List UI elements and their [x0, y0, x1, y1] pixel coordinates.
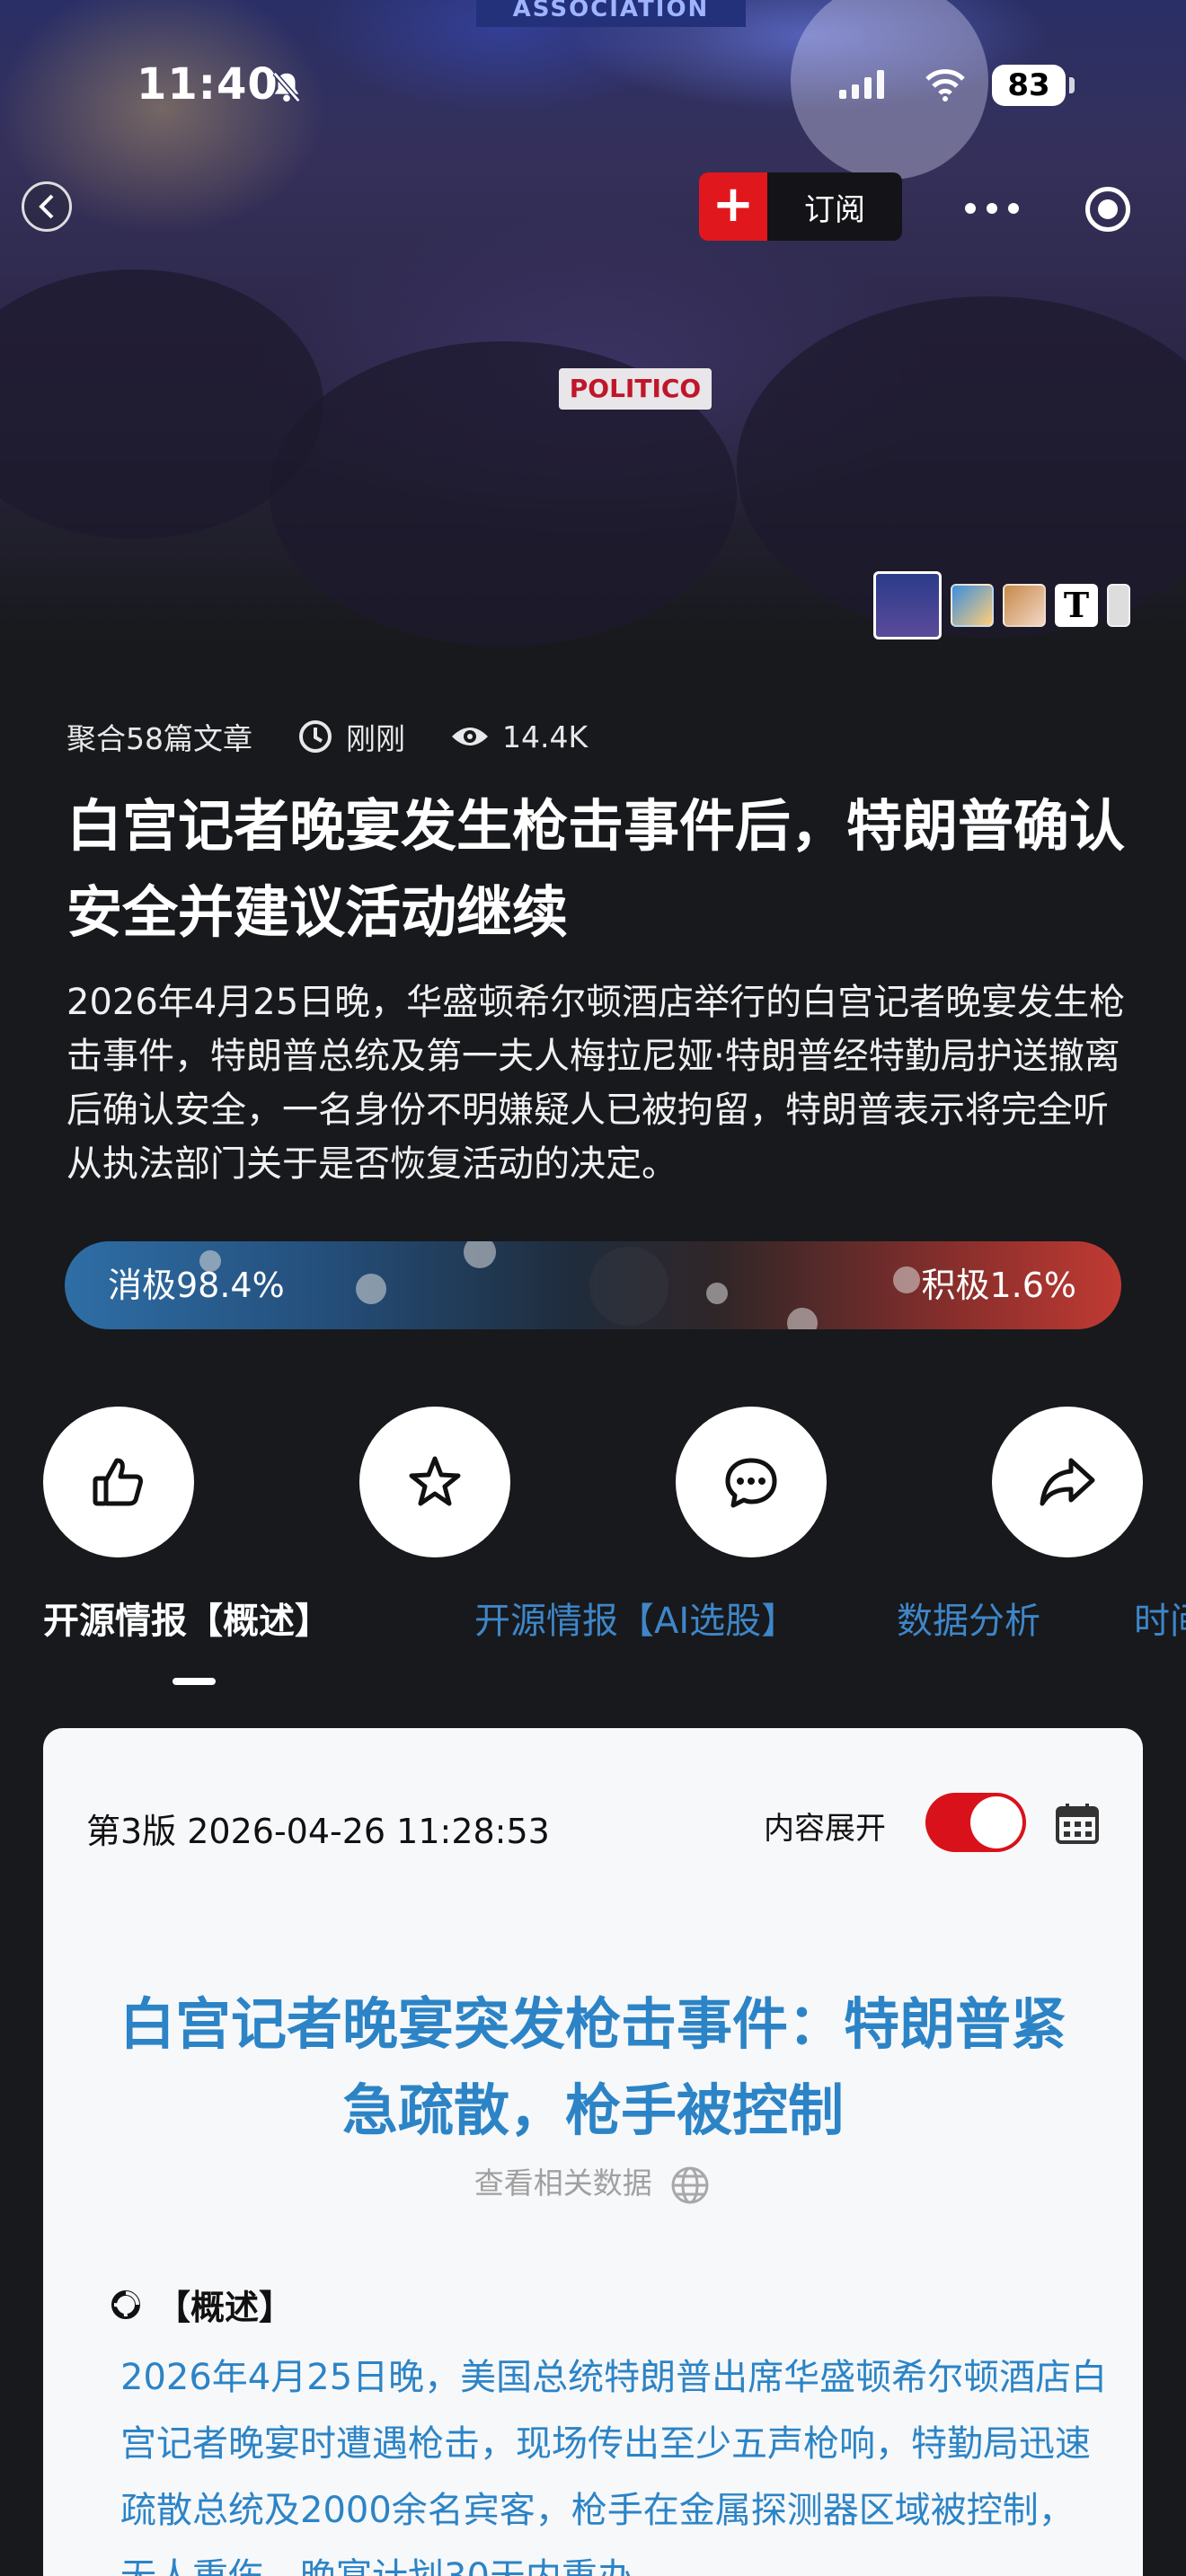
subscribe-button[interactable]: + 订阅: [699, 172, 902, 241]
loop-icon: [111, 2289, 140, 2319]
aggregate-count: 聚合58篇文章: [66, 715, 252, 758]
clock-icon: [299, 720, 332, 753]
chevron-left-icon: [39, 194, 54, 219]
signal-icon: [839, 70, 884, 99]
share-button[interactable]: [992, 1407, 1143, 1557]
thumbnail-item[interactable]: [1107, 584, 1130, 627]
wifi-icon: [925, 69, 965, 101]
subscribe-label: 订阅: [804, 191, 865, 228]
bubble: [464, 1241, 496, 1268]
record-icon[interactable]: [1085, 187, 1130, 232]
thumbs-up-icon: [93, 1458, 143, 1506]
eye-icon: [452, 728, 488, 745]
overview-section-header: 【概述】: [108, 2280, 293, 2329]
politico-sign: POLITICO: [559, 368, 712, 410]
favorite-button[interactable]: [359, 1407, 510, 1557]
aggregate-label: 聚合58篇文章: [66, 721, 252, 756]
thumbnail-item[interactable]: [951, 584, 994, 627]
star-icon: [409, 1456, 461, 1506]
tab-data-analysis[interactable]: 数据分析: [897, 1590, 1040, 1653]
time-label: 刚刚: [346, 721, 405, 756]
image-thumbnails: T: [873, 571, 1130, 640]
bubble: [893, 1266, 920, 1293]
status-time: 11:40: [137, 59, 279, 110]
tab-overview[interactable]: 开源情报【概述】: [43, 1590, 331, 1653]
more-options-button[interactable]: [961, 190, 1024, 226]
thumbnail-item[interactable]: [873, 571, 942, 640]
section-label: 【概述】: [156, 2288, 294, 2327]
bubble: [356, 1274, 386, 1304]
calendar-icon[interactable]: [1055, 1802, 1100, 1845]
expand-label: 内容展开: [764, 1811, 886, 1847]
comment-icon: [725, 1458, 777, 1508]
related-data-link[interactable]: 查看相关数据: [43, 2159, 1143, 2207]
expand-toggle[interactable]: [925, 1793, 1026, 1852]
article-meta: 聚合58篇文章 刚刚 14.4K: [66, 715, 633, 758]
comment-button[interactable]: [676, 1407, 827, 1557]
plus-icon: +: [699, 172, 767, 241]
related-data-label: 查看相关数据: [474, 2166, 652, 2201]
dot-icon: [987, 203, 997, 214]
globe-icon: [671, 2166, 709, 2203]
positive-sentiment-label: 积极1.6%: [921, 1266, 1076, 1305]
negative-sentiment-label: 消极98.4%: [108, 1266, 285, 1305]
card-title: 白宫记者晚宴突发枪击事件：特朗普紧急疏散，枪手被控制: [119, 1991, 1067, 2143]
article-summary: 2026年4月25日晚，华盛顿希尔顿酒店举行的白宫记者晚宴发生枪击事件，特朗普总…: [66, 982, 1126, 1185]
tab-ai-stock[interactable]: 开源情报【AI选股】: [474, 1590, 797, 1653]
time-meta: 刚刚: [297, 715, 405, 758]
article-headline: 白宫记者晚宴发生枪击事件后，特朗普确认安全并建议活动继续: [66, 793, 1126, 945]
views-meta: 14.4K: [450, 719, 588, 754]
bubble: [787, 1308, 818, 1329]
dot-icon: [965, 203, 976, 214]
bell-muted-icon: [272, 71, 301, 103]
back-button[interactable]: [22, 181, 72, 232]
hero-banner: ASSOCIATION: [476, 0, 746, 27]
tab-timeline[interactable]: 时间: [1134, 1590, 1186, 1653]
thumbnail-item[interactable]: [1003, 584, 1046, 627]
sentiment-bar: 消极98.4% 积极1.6%: [65, 1241, 1121, 1329]
report-card: 第3版 2026-04-26 11:28:53 内容展开 白宫记者晚宴突发枪击事…: [43, 1728, 1143, 2576]
views-label: 14.4K: [502, 719, 589, 754]
share-icon: [1040, 1458, 1095, 1506]
battery-nub: [1069, 77, 1075, 93]
bubble: [589, 1247, 668, 1326]
bubble: [706, 1283, 728, 1304]
thumbnail-item[interactable]: T: [1055, 584, 1098, 627]
dot-icon: [1008, 203, 1019, 214]
overview-text: 2026年4月25日晚，美国总统特朗普出席华盛顿希尔顿酒店白宫记者晚宴时遭遇枪击…: [120, 2357, 1108, 2576]
battery-indicator: 83: [992, 65, 1066, 106]
like-button[interactable]: [43, 1407, 194, 1557]
tab-indicator: [173, 1678, 216, 1685]
edition-timestamp: 第3版 2026-04-26 11:28:53: [86, 1812, 550, 1851]
